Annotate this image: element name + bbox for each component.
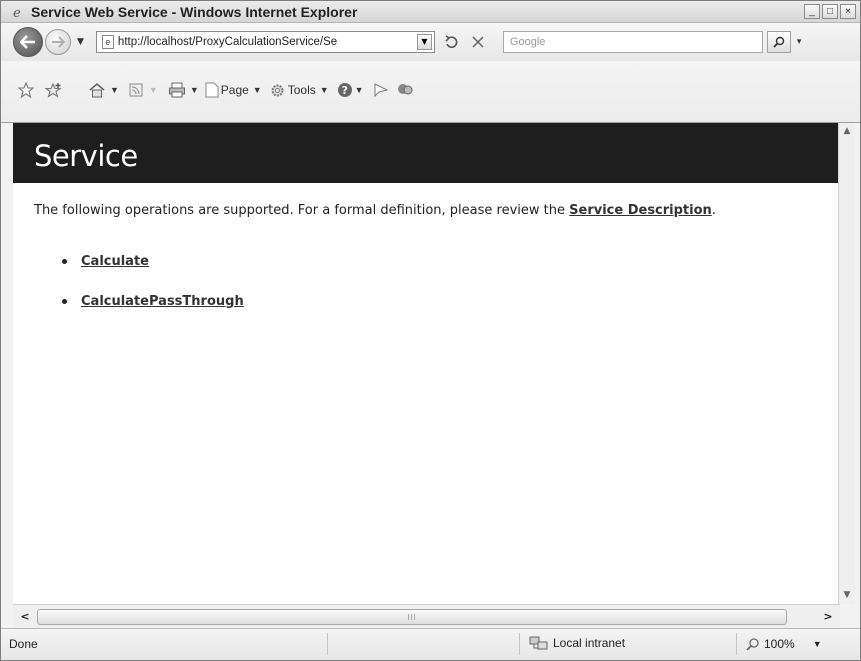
intro-paragraph: The following operations are supported. …: [34, 203, 794, 218]
page-icon: e: [101, 35, 114, 49]
list-item: CalculatePassThrough: [61, 294, 244, 334]
status-divider: [519, 633, 520, 655]
svg-text:e: e: [13, 6, 21, 19]
bullet: [62, 299, 67, 304]
help-icon: ?: [337, 83, 352, 97]
close-button[interactable]: ×: [840, 4, 856, 19]
scroll-right-arrow[interactable]: >: [819, 608, 837, 626]
intro-end: .: [711, 203, 716, 218]
status-divider: [327, 633, 328, 655]
help-menu[interactable]: ? ▼: [337, 82, 364, 98]
home-dropdown[interactable]: ▼: [110, 85, 119, 95]
messenger-icon[interactable]: [394, 79, 416, 101]
status-text: Done: [9, 637, 38, 651]
feeds-icon[interactable]: [125, 79, 147, 101]
intranet-icon: [529, 636, 548, 650]
intro-text: The following operations are supported. …: [34, 203, 570, 218]
ie-logo-icon: e: [11, 4, 27, 20]
refresh-icon[interactable]: [441, 31, 463, 53]
thumb-grip: [408, 614, 416, 620]
address-bar[interactable]: e http://localhost/ProxyCalculationServi…: [95, 31, 435, 53]
zoom-level: 100%: [764, 637, 795, 651]
page-menu[interactable]: Page ▼: [205, 82, 262, 98]
zoom-dropdown[interactable]: ▼: [813, 639, 822, 649]
back-arrow-icon: [20, 35, 35, 49]
title-bar[interactable]: e Service Web Service - Windows Internet…: [1, 1, 860, 23]
search-button[interactable]: [766, 31, 791, 53]
maximize-button[interactable]: □: [822, 4, 838, 19]
forward-arrow-icon: [52, 36, 65, 48]
zoom-control[interactable]: 100% ▼: [746, 637, 822, 651]
print-dropdown[interactable]: ▼: [190, 85, 199, 95]
page-title: Service: [34, 139, 138, 173]
back-button[interactable]: [13, 27, 43, 57]
vertical-scrollbar[interactable]: ▲ ▼: [838, 123, 855, 604]
status-bar: Done Local intranet 100% ▼: [1, 628, 860, 660]
zone-label: Local intranet: [553, 636, 626, 650]
operation-link-calculate[interactable]: Calculate: [81, 254, 149, 269]
minimize-button[interactable]: _: [804, 4, 820, 19]
tools-menu[interactable]: Tools ▼: [270, 83, 329, 98]
svg-text:?: ?: [341, 84, 347, 97]
bullet: [62, 259, 67, 264]
printer-icon[interactable]: [166, 79, 188, 101]
gear-icon: [271, 84, 284, 96]
window-controls: _ □ ×: [804, 4, 856, 19]
url-text: http://localhost/ProxyCalculationService…: [117, 36, 338, 48]
scroll-down-arrow[interactable]: ▼: [839, 587, 855, 604]
star-icon[interactable]: [15, 79, 37, 101]
horizontal-scroll-thumb[interactable]: [37, 609, 787, 625]
list-item: Calculate: [61, 254, 244, 294]
heading-bar: Service: [13, 123, 840, 183]
window-title: Service Web Service - Windows Internet E…: [31, 3, 358, 20]
stop-icon[interactable]: [467, 31, 489, 53]
horizontal-scrollbar[interactable]: < >: [13, 604, 840, 628]
command-bar: ▼ ▼ ▼ Page ▼ Tools ▼ ? ▼: [1, 61, 860, 123]
page-content: Service The following operations are sup…: [13, 123, 840, 604]
service-description-link[interactable]: Service Description: [569, 203, 712, 218]
magnifier-icon: [773, 36, 785, 48]
operations-list: Calculate CalculatePassThrough: [61, 254, 244, 334]
history-dropdown[interactable]: ▼: [77, 37, 84, 47]
page-menu-label: Page: [220, 83, 249, 97]
address-toolbar: ▼ e http://localhost/ProxyCalculationSer…: [1, 23, 860, 61]
search-input[interactable]: Google: [502, 31, 763, 53]
feeds-dropdown[interactable]: ▼: [149, 85, 158, 95]
home-icon[interactable]: [86, 79, 108, 101]
zoom-magnifier-icon: [746, 638, 759, 651]
add-favorites-icon[interactable]: [43, 79, 65, 101]
tools-menu-label: Tools: [287, 83, 316, 97]
operation-link-calculatepassthrough[interactable]: CalculatePassThrough: [81, 294, 244, 309]
browser-window: e Service Web Service - Windows Internet…: [0, 0, 861, 661]
scroll-up-arrow[interactable]: ▲: [839, 123, 855, 140]
url-dropdown[interactable]: ▼: [416, 34, 432, 50]
scroll-left-arrow[interactable]: <: [16, 608, 34, 626]
security-zone[interactable]: Local intranet: [529, 635, 625, 651]
page-menu-icon: [205, 82, 219, 98]
forward-button[interactable]: [45, 29, 71, 55]
status-divider: [736, 633, 737, 655]
research-icon[interactable]: [370, 79, 392, 101]
search-options-dropdown[interactable]: ▾: [797, 37, 802, 47]
